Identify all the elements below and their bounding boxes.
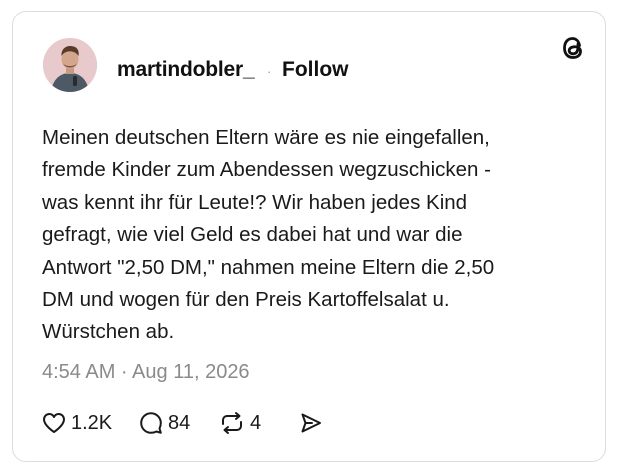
heart-icon xyxy=(43,413,65,433)
follow-button[interactable]: Follow xyxy=(282,58,349,82)
threads-logo-icon[interactable] xyxy=(559,32,587,64)
like-count: 1.2K xyxy=(71,411,113,434)
like-button[interactable]: 1.2K xyxy=(42,408,112,438)
send-icon xyxy=(301,413,321,433)
repost-button[interactable]: 4 xyxy=(219,408,261,438)
avatar-image xyxy=(43,38,97,92)
repost-arrows-icon xyxy=(222,412,242,434)
share-button[interactable] xyxy=(299,408,323,438)
avatar[interactable] xyxy=(43,38,97,92)
comment-button[interactable]: 84 xyxy=(139,408,190,438)
post-timestamp[interactable]: 4:54 AM · Aug 11, 2026 xyxy=(42,361,250,384)
username[interactable]: martindobler_ xyxy=(117,58,255,82)
post-text: Meinen deutschen Eltern wäre es nie eing… xyxy=(42,126,495,344)
repost-count: 4 xyxy=(250,411,262,434)
threads-post-card: martindobler_ · Follow Meinen deutschen … xyxy=(12,11,606,462)
separator-dot: · xyxy=(267,64,272,79)
speech-bubble-icon xyxy=(140,412,162,434)
comment-count: 84 xyxy=(168,411,191,434)
